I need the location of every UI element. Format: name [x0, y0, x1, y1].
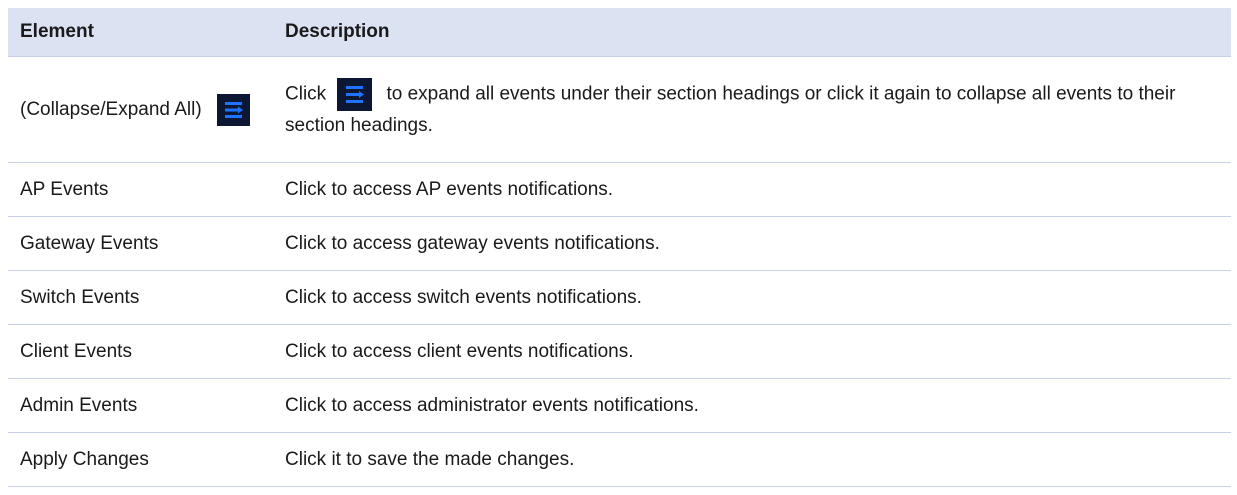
table-row: Gateway Events Click to access gateway e… — [8, 216, 1231, 271]
description-prefix: Click — [285, 83, 327, 105]
element-cell: (Collapse/Expand All) — [8, 56, 273, 163]
element-cell: Switch Events — [8, 270, 273, 325]
description-cell: Click to access switch events notificati… — [273, 270, 1231, 325]
description-cell: Click to access administrator events not… — [273, 378, 1231, 433]
description-cell: Click to access AP events notifications. — [273, 162, 1231, 217]
table-row: Client Events Click to access client eve… — [8, 324, 1231, 379]
table-row-collapse-expand: (Collapse/Expand All) Click to expand al… — [8, 56, 1231, 163]
element-description-table: Element Description (Collapse/Expand All… — [8, 8, 1231, 487]
description-cell: Click it to save the made changes. — [273, 432, 1231, 487]
description-cell: Click to expand all events under their s… — [273, 56, 1231, 163]
element-cell: Apply Changes — [8, 432, 273, 487]
collapse-expand-icon — [337, 78, 373, 111]
table-row: AP Events Click to access AP events noti… — [8, 162, 1231, 217]
element-label: (Collapse/Expand All) — [20, 98, 202, 120]
description-suffix: to expand all events under their section… — [285, 83, 1176, 136]
description-cell: Click to access client events notificati… — [273, 324, 1231, 379]
header-element: Element — [8, 8, 273, 57]
collapse-expand-icon — [216, 93, 250, 126]
element-cell: AP Events — [8, 162, 273, 217]
header-row: Element Description — [8, 8, 1231, 57]
header-description: Description — [273, 8, 1231, 57]
table-body: (Collapse/Expand All) Click to expand al… — [8, 56, 1231, 487]
description-cell: Click to access gateway events notificat… — [273, 216, 1231, 271]
table-row: Switch Events Click to access switch eve… — [8, 270, 1231, 325]
element-cell: Admin Events — [8, 378, 273, 433]
element-cell: Gateway Events — [8, 216, 273, 271]
table-row: Apply Changes Click it to save the made … — [8, 432, 1231, 487]
table-header: Element Description — [8, 8, 1231, 57]
table-row: Admin Events Click to access administrat… — [8, 378, 1231, 433]
element-cell: Client Events — [8, 324, 273, 379]
